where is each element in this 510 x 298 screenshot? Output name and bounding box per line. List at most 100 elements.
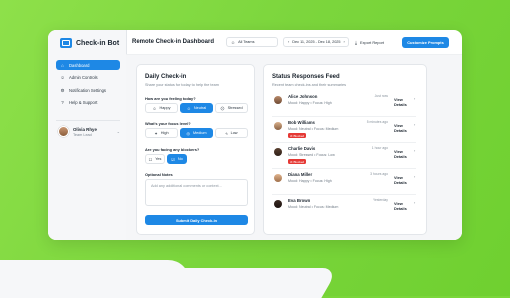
check-icon: ☑	[171, 156, 175, 162]
sidebar-item-notification-settings[interactable]: ⚙ Notification Settings	[56, 85, 120, 95]
sidebar-item-admin-controls[interactable]: ☺ Admin Controls	[56, 73, 120, 83]
blockers-option-yes[interactable]: ☐ Yes	[145, 154, 165, 164]
blocked-badge: ⊘ Blocked	[288, 133, 307, 138]
chevron-right-icon: ›	[414, 175, 416, 179]
option-label: High	[160, 131, 169, 135]
user-name: Olivia Rhye	[73, 126, 97, 132]
people-icon: ☺	[60, 75, 65, 80]
chevron-left-icon: ‹	[288, 40, 290, 44]
view-details-link[interactable]: View Details	[394, 149, 416, 159]
app-name: Check-in Bot	[76, 39, 120, 47]
member-meta: Mood: Neutral • Focus: Medium	[288, 127, 339, 131]
checkin-subtitle: Share your status for today to help the …	[145, 83, 219, 87]
people-icon: ☺	[231, 39, 236, 45]
frown-icon: ☹	[220, 105, 225, 111]
timestamp: 5 minutes ago	[366, 120, 388, 124]
team-select-value: All Teams	[238, 40, 255, 44]
chevron-right-icon: ›	[414, 149, 416, 153]
avatar	[274, 96, 282, 104]
app-window: Check-in Bot ⌂ Dashboard ☺ Admin Control…	[48, 30, 462, 240]
team-select[interactable]: ☺ All Teams	[226, 37, 278, 47]
chevron-right-icon: ›	[343, 40, 345, 44]
option-label: Happy	[159, 106, 171, 110]
member-meta: Mood: Neutral • Focus: Medium	[288, 205, 339, 209]
member-name: Charlie Davis	[288, 146, 316, 151]
focus-option-high[interactable]: ✦ High	[145, 128, 178, 138]
sidebar-nav: ⌂ Dashboard ☺ Admin Controls ⚙ Notificat…	[56, 60, 120, 110]
avatar	[58, 126, 69, 137]
member-name: Diana Miller	[288, 172, 313, 177]
member-name: Bob Williams	[288, 120, 315, 125]
smile-icon: ☺	[152, 105, 157, 111]
feed-row: Alice Johnson Mood: Happy • Focus: High …	[272, 90, 416, 117]
option-label: Low	[230, 131, 238, 135]
notes-textarea[interactable]: Add any additional comments or context..…	[145, 179, 248, 206]
mood-option-neutral[interactable]: ☺ Neutral	[180, 103, 213, 113]
date-range-value: Dec 11, 2025 - Dec 18, 2025	[292, 40, 341, 44]
timestamp: Yesterday	[373, 198, 388, 202]
feed-row: Bob Williams Mood: Neutral • Focus: Medi…	[272, 116, 416, 143]
page-title: Remote Check-in Dashboard	[132, 39, 215, 45]
sidebar-item-help-support[interactable]: ? Help & Support	[56, 98, 120, 108]
view-details-link[interactable]: View Details	[394, 201, 416, 211]
view-details-link[interactable]: View Details	[394, 175, 416, 185]
option-label: Neutral	[193, 106, 207, 110]
background-shape-2	[141, 268, 339, 298]
avatar	[274, 200, 282, 208]
blocked-icon: ⊘	[290, 159, 293, 164]
sidebar-item-label: Help & Support	[69, 100, 98, 105]
focus-option-low[interactable]: ϟ Low	[215, 128, 248, 138]
home-icon: ⌂	[61, 62, 64, 68]
feed-title: Status Responses Feed	[272, 74, 340, 80]
option-label: Yes	[155, 157, 162, 161]
chat-bubble-icon	[60, 38, 72, 48]
timestamp: 1 hour ago	[371, 146, 388, 150]
member-meta: Mood: Happy • Focus: High	[288, 179, 332, 183]
chevron-right-icon: ›	[414, 123, 416, 127]
view-details-link[interactable]: View Details	[394, 97, 416, 107]
chevron-right-icon: ›	[414, 97, 416, 101]
target-icon: ◎	[186, 130, 190, 136]
daily-checkin-card: Daily Check-in Share your status for tod…	[136, 64, 255, 235]
mood-option-stressed[interactable]: ☹ Stressed	[215, 103, 248, 113]
customize-prompts-button[interactable]: Customize Prompts	[402, 37, 449, 48]
avatar	[274, 174, 282, 182]
export-report-button[interactable]: ⤓ Export Report	[352, 37, 398, 47]
timestamp: Just now	[374, 94, 388, 98]
submit-checkin-button[interactable]: Submit Daily Check-in	[145, 215, 248, 225]
chevron-down-icon: ⌄	[116, 129, 120, 134]
focus-option-medium[interactable]: ◎ Medium	[180, 128, 213, 138]
option-label: No	[177, 157, 183, 161]
member-meta: Mood: Stressed • Focus: Low	[288, 153, 335, 157]
sidebar-item-dashboard[interactable]: ⌂ Dashboard	[56, 60, 120, 70]
user-role: Team Lead	[73, 132, 92, 137]
sparkle-icon: ✦	[154, 130, 158, 136]
chevron-right-icon: ›	[414, 201, 416, 205]
app-logo[interactable]: Check-in Bot	[60, 38, 119, 48]
main-content: Daily Check-in Share your status for tod…	[126, 55, 462, 240]
sidebar-item-label: Notification Settings	[69, 87, 107, 93]
blocked-icon: ⊘	[290, 133, 293, 138]
feed-row: Diana Miller Mood: Happy • Focus: High 3…	[272, 168, 416, 195]
member-name: Alice Johnson	[288, 94, 318, 99]
blockers-option-no[interactable]: ☑ No	[167, 154, 187, 164]
mood-question: How are you feeling today?	[145, 96, 196, 101]
mood-option-happy[interactable]: ☺ Happy	[145, 103, 178, 113]
avatar	[274, 148, 282, 156]
date-range-picker[interactable]: ‹ Dec 11, 2025 - Dec 18, 2025 ›	[283, 37, 349, 47]
sidebar-item-label: Admin Controls	[69, 75, 98, 80]
feed-row: Charlie Davis Mood: Stressed • Focus: Lo…	[272, 142, 416, 169]
badge-label: Blocked	[293, 133, 305, 138]
sidebar: Check-in Bot ⌂ Dashboard ☺ Admin Control…	[48, 30, 127, 240]
badge-label: Blocked	[293, 159, 305, 164]
option-label: Medium	[192, 131, 207, 135]
member-meta: Mood: Happy • Focus: High	[288, 101, 332, 105]
view-details-link[interactable]: View Details	[394, 123, 416, 133]
user-profile[interactable]: Olivia Rhye Team Lead ⌄	[58, 126, 120, 137]
member-name: Eva Brown	[288, 198, 311, 203]
export-label: Export Report	[360, 39, 385, 45]
divider	[56, 120, 120, 121]
feed-subtitle: Recent team check-ins and their summarie…	[272, 83, 347, 87]
download-icon: ⤓	[355, 39, 357, 45]
checkin-title: Daily Check-in	[145, 74, 187, 80]
